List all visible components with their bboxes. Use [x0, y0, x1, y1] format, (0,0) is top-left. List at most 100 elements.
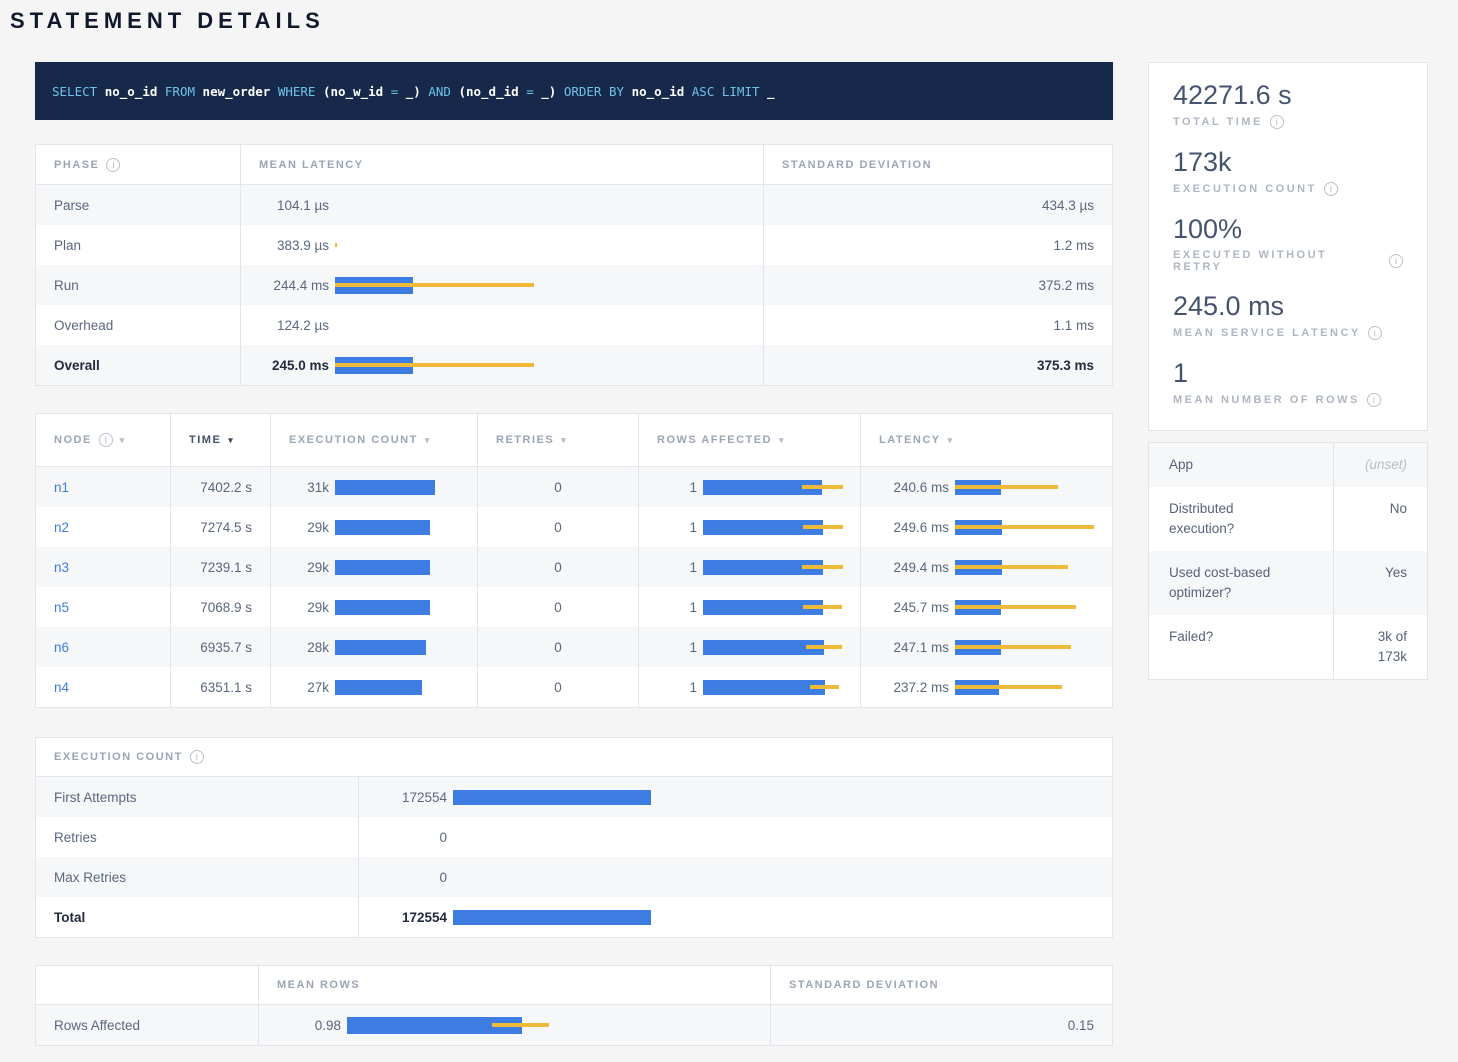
stat-value: 1	[1173, 357, 1403, 390]
execution-count-bar	[335, 480, 435, 495]
exec-row-label: Retries	[36, 817, 359, 857]
stat-label: MEAN NUMBER OF ROWSi	[1173, 393, 1403, 407]
stat-total-time: 42271.6 s TOTAL TIMEi	[1173, 79, 1403, 129]
phase-stdev: 434.3 µs	[764, 185, 1112, 225]
stat-label: TOTAL TIMEi	[1173, 115, 1403, 129]
node-time: 6351.1 s	[171, 667, 271, 707]
node-retries: 0	[478, 627, 639, 667]
node-execution-count: 31k	[271, 467, 478, 507]
execution-count-table: EXECUTION COUNT i First Attempts 172554 …	[35, 737, 1113, 938]
phase-name: Overhead	[36, 305, 241, 345]
node-link[interactable]: n2	[54, 520, 69, 535]
node-rows-affected: 1	[639, 627, 861, 667]
node-link[interactable]: n1	[54, 480, 69, 495]
phase-row-overall: Overall 245.0 ms 375.3 ms	[36, 345, 1112, 385]
prop-row-cost-based-optimizer: Used cost-based optimizer? Yes	[1149, 551, 1427, 615]
execution-count-bar	[335, 520, 430, 535]
mean-latency-column-header: MEAN LATENCY	[241, 145, 764, 184]
stdev-bar	[955, 605, 1076, 609]
info-icon[interactable]: i	[1324, 182, 1338, 196]
node-retries: 0	[478, 667, 639, 707]
node-time: 7274.5 s	[171, 507, 271, 547]
execution-count-bar	[335, 600, 430, 615]
node-link[interactable]: n3	[54, 560, 69, 575]
exec-row-label: Max Retries	[36, 857, 359, 897]
stdev-bar	[955, 485, 1058, 489]
statement-sql: SELECT no_o_id FROM new_order WHERE (no_…	[52, 84, 775, 99]
phase-stdev: 1.2 ms	[764, 225, 1112, 265]
node-time: 7068.9 s	[171, 587, 271, 627]
prop-label: Used cost-based optimizer?	[1149, 551, 1334, 615]
node-rows-affected: 1	[639, 547, 861, 587]
node-link[interactable]: n5	[54, 600, 69, 615]
time-column-header[interactable]: TIME ▾	[171, 414, 271, 466]
info-icon[interactable]: i	[106, 158, 120, 172]
mean-rows-column-header: MEAN ROWS	[259, 966, 771, 1004]
sort-arrow-icon: ▾	[120, 435, 125, 446]
stdev-bar	[955, 685, 1062, 689]
node-latency: 249.4 ms	[861, 547, 1112, 587]
phase-name: Run	[36, 265, 241, 305]
node-link[interactable]: n4	[54, 680, 69, 695]
stdev-bar	[335, 283, 534, 287]
node-table-row: n2 7274.5 s 29k 0 1 249.6 ms	[36, 507, 1112, 547]
page-title: STATEMENT DETAILS	[10, 8, 1458, 34]
stdev-bar	[803, 605, 842, 609]
node-table-row: n5 7068.9 s 29k 0 1 245.7 ms	[36, 587, 1112, 627]
standard-deviation-column-header: STANDARD DEVIATION	[771, 966, 1112, 1004]
stat-value: 100%	[1173, 213, 1403, 246]
node-rows-affected: 1	[639, 467, 861, 507]
stdev-bar	[802, 565, 843, 569]
info-icon[interactable]: i	[99, 433, 113, 447]
node-latency: 249.6 ms	[861, 507, 1112, 547]
empty-column-header	[36, 966, 259, 1004]
execution-count-bar	[453, 910, 651, 925]
stat-execution-count: 173k EXECUTION COUNTi	[1173, 146, 1403, 196]
node-latency: 247.1 ms	[861, 627, 1112, 667]
stdev-bar	[492, 1023, 549, 1027]
phase-name: Overall	[36, 345, 241, 385]
rows-affected-column-header[interactable]: ROWS AFFECTED ▾	[639, 414, 861, 466]
prop-value: (unset)	[1334, 443, 1427, 487]
summary-card: 42271.6 s TOTAL TIMEi 173k EXECUTION COU…	[1148, 62, 1428, 431]
node-time: 6935.7 s	[171, 627, 271, 667]
stat-value: 173k	[1173, 146, 1403, 179]
info-icon[interactable]: i	[190, 750, 204, 764]
latency-column-header[interactable]: LATENCY ▾	[861, 414, 1112, 466]
phase-row: Overhead 124.2 µs 1.1 ms	[36, 305, 1112, 345]
retries-column-header[interactable]: RETRIES ▾	[478, 414, 639, 466]
prop-value: 3k of 173k	[1334, 615, 1427, 679]
node-latency: 240.6 ms	[861, 467, 1112, 507]
execution-count-row-total: Total 172554	[36, 897, 1112, 937]
execution-count-column-header[interactable]: EXECUTION COUNT ▾	[271, 414, 478, 466]
info-icon[interactable]: i	[1367, 393, 1381, 407]
rows-affected-table: MEAN ROWS STANDARD DEVIATION Rows Affect…	[35, 965, 1113, 1046]
stdev-bar	[955, 525, 1094, 529]
phase-row: Plan 383.9 µs 1.2 ms	[36, 225, 1112, 265]
phase-row: Parse 104.1 µs 434.3 µs	[36, 185, 1112, 225]
info-icon[interactable]: i	[1270, 115, 1284, 129]
phase-stdev: 375.2 ms	[764, 265, 1112, 305]
exec-row-value: 0	[359, 817, 1112, 857]
execution-count-table-header: EXECUTION COUNT i	[36, 750, 204, 764]
node-retries: 0	[478, 547, 639, 587]
phase-table: PHASE i MEAN LATENCY STANDARD DEVIATION …	[35, 144, 1113, 386]
rows-stdev-value: 0.15	[771, 1005, 1112, 1045]
node-table-row: n6 6935.7 s 28k 0 1 247.1 ms	[36, 627, 1112, 667]
info-icon[interactable]: i	[1368, 326, 1382, 340]
prop-row-distributed-execution: Distributed execution? No	[1149, 487, 1427, 551]
node-link[interactable]: n6	[54, 640, 69, 655]
phase-mean-latency: 383.9 µs	[241, 225, 764, 265]
info-icon[interactable]: i	[1389, 254, 1403, 268]
node-execution-count: 29k	[271, 587, 478, 627]
stat-value: 42271.6 s	[1173, 79, 1403, 112]
phase-stdev: 1.1 ms	[764, 305, 1112, 345]
node-column-header[interactable]: NODE i ▾	[36, 414, 171, 466]
node-table-row: n1 7402.2 s 31k 0 1 240.6 ms	[36, 467, 1112, 507]
sort-arrow-icon: ▾	[948, 435, 953, 446]
exec-row-value: 172554	[359, 777, 1112, 817]
execution-count-row: Retries 0	[36, 817, 1112, 857]
node-latency: 237.2 ms	[861, 667, 1112, 707]
standard-deviation-column-header: STANDARD DEVIATION	[764, 145, 1112, 184]
sort-arrow-icon: ▾	[228, 435, 233, 446]
